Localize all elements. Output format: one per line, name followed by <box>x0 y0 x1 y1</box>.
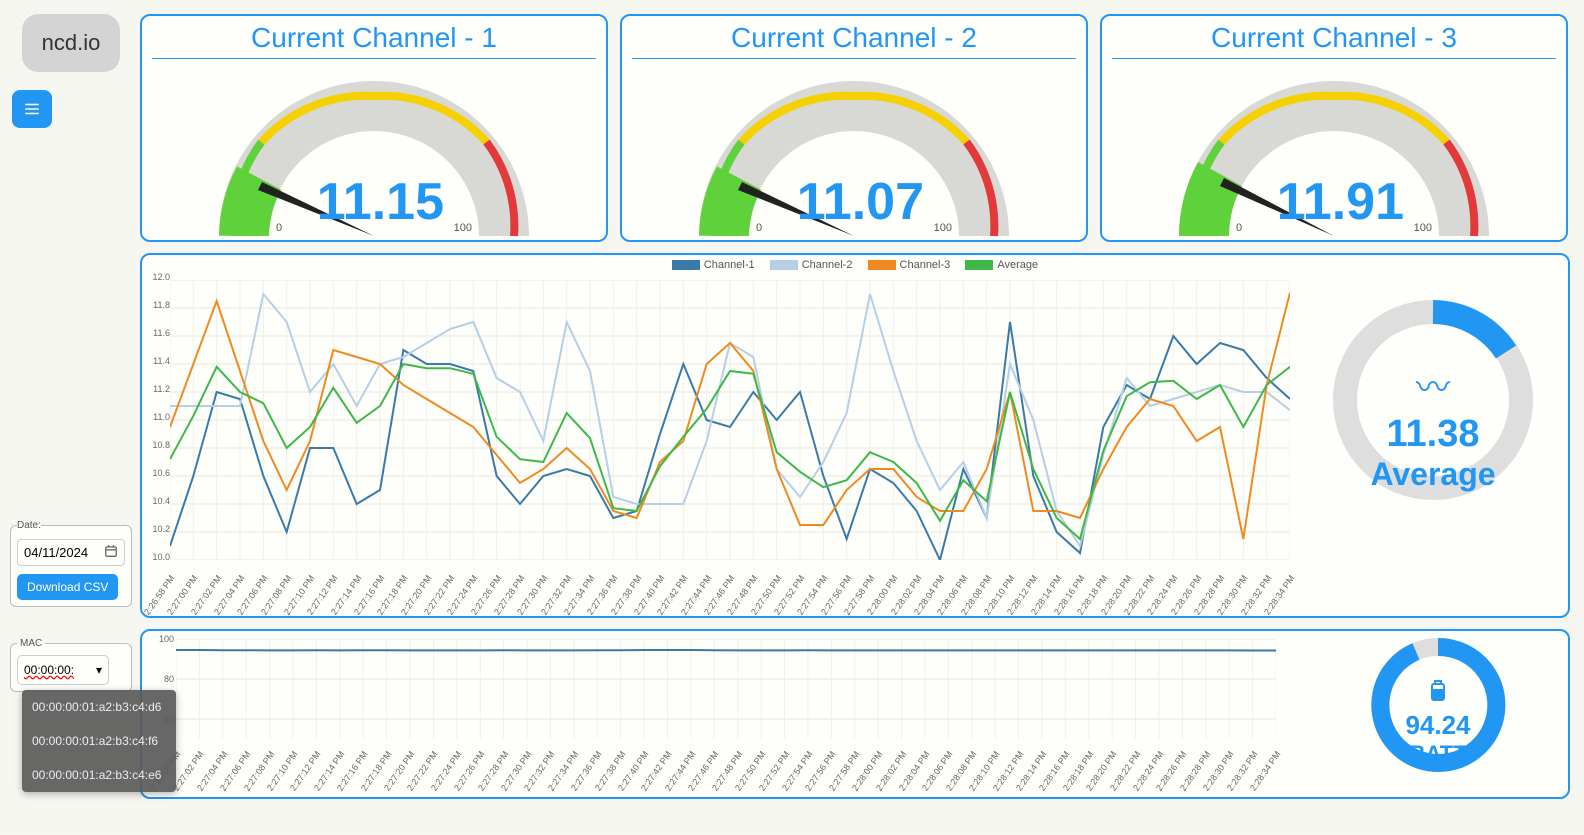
menu-button[interactable] <box>12 90 52 128</box>
mac-select[interactable]: 00:00:00: ▾ <box>17 655 109 685</box>
gauge-min: 0 <box>756 222 762 234</box>
date-panel: Date: 04/11/2024 Download CSV <box>10 520 132 607</box>
battery-chart: 6080100 2:27:00 PM2:27:02 PM2:27:04 PM2:… <box>140 629 1570 799</box>
date-input[interactable]: 04/11/2024 <box>17 539 125 566</box>
legend-item-ch2[interactable]: Channel-2 <box>770 259 853 271</box>
calendar-icon <box>104 544 118 561</box>
legend-label: Channel-1 <box>704 259 755 271</box>
mac-option[interactable]: 00:00:00:01:a2:b3:c4:d6 <box>22 690 176 724</box>
mac-label: MAC <box>17 638 45 649</box>
gauge-value: 11.15 <box>317 172 444 232</box>
gauge-value: 11.91 <box>1277 172 1404 232</box>
download-csv-button[interactable]: Download CSV <box>17 574 118 600</box>
mac-option[interactable]: 00:00:00:01:a2:b3:c4:e6 <box>22 758 176 792</box>
legend-label: Channel-2 <box>802 259 853 271</box>
battery-chart-canvas <box>176 639 1276 739</box>
gauge-title: Current Channel - 1 <box>142 22 606 54</box>
gauges-row: Current Channel - 1 11.15 0 100 Current … <box>140 14 1568 242</box>
gauge-max: 100 <box>1414 222 1432 234</box>
gauge-max: 100 <box>454 222 472 234</box>
mac-selected-value: 00:00:00: <box>24 663 74 677</box>
x-axis-labels: 2:26:58 PM2:27:00 PM2:27:02 PM2:27:04 PM… <box>170 563 1290 623</box>
main-line-chart: Channel-1 Channel-2 Channel-3 Average 10… <box>140 253 1570 618</box>
gauge-title: Current Channel - 3 <box>1102 22 1566 54</box>
gauge-min: 0 <box>1236 222 1242 234</box>
y-axis-labels: 10.010.210.410.610.811.011.211.411.611.8… <box>146 277 172 557</box>
gauge-min: 0 <box>276 222 282 234</box>
legend-label: Average <box>997 259 1038 271</box>
legend-item-ch3[interactable]: Channel-3 <box>868 259 951 271</box>
battery-donut: 94.24 BATT <box>1348 635 1528 795</box>
mac-dropdown: 00:00:00:01:a2:b3:c4:d6 00:00:00:01:a2:b… <box>22 690 176 792</box>
mac-option[interactable]: 00:00:00:01:a2:b3:c4:f6 <box>22 724 176 758</box>
gauge-title: Current Channel - 2 <box>622 22 1086 54</box>
hamburger-icon <box>23 100 41 118</box>
legend-label: Channel-3 <box>900 259 951 271</box>
mac-panel: MAC 00:00:00: ▾ <box>10 638 132 692</box>
legend-item-avg[interactable]: Average <box>965 259 1038 271</box>
date-value: 04/11/2024 <box>24 545 88 560</box>
gauge-max: 100 <box>934 222 952 234</box>
brand-logo: ncd.io <box>22 14 120 72</box>
gauge-value: 11.07 <box>797 172 924 232</box>
average-donut: 〰 11.38 Average <box>1318 295 1548 595</box>
line-chart-canvas <box>170 280 1290 560</box>
chevron-down-icon: ▾ <box>96 663 102 677</box>
date-label: Date: <box>17 520 41 531</box>
gauge-card-1: Current Channel - 1 11.15 0 100 <box>140 14 608 242</box>
divider <box>632 58 1076 59</box>
gauge-card-2: Current Channel - 2 11.07 0 100 <box>620 14 1088 242</box>
chart-legend: Channel-1 Channel-2 Channel-3 Average <box>142 259 1568 273</box>
divider <box>152 58 596 59</box>
divider <box>1112 58 1556 59</box>
legend-item-ch1[interactable]: Channel-1 <box>672 259 755 271</box>
battery-x-labels: 2:27:00 PM2:27:02 PM2:27:04 PM2:27:06 PM… <box>176 739 1276 799</box>
gauge-card-3: Current Channel - 3 11.91 0 100 <box>1100 14 1568 242</box>
